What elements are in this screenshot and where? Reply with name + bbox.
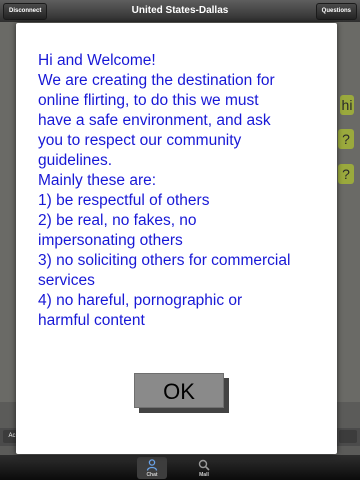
welcome-line: 1) be respectful of others [38, 192, 210, 209]
welcome-line: guidelines. [38, 152, 113, 169]
welcome-line: 3) no soliciting others for commercial [38, 252, 291, 269]
welcome-message: Hi and Welcome! We are creating the dest… [38, 51, 328, 331]
welcome-line: harmful content [38, 312, 145, 329]
welcome-line: 4) no hareful, pornographic or [38, 292, 243, 309]
welcome-line: have a safe environment, and ask [38, 112, 271, 129]
tab-mall[interactable]: Mall [189, 457, 219, 479]
person-icon [146, 459, 158, 471]
send-button[interactable] [339, 430, 357, 443]
chat-bubble: ? [338, 164, 354, 184]
page-title: United States-Dallas [131, 5, 229, 16]
chat-bubble: hi [340, 95, 354, 115]
questions-button[interactable]: Questions [315, 3, 357, 20]
tab-label: Chat [146, 472, 158, 478]
welcome-line: We are creating the destination for [38, 72, 275, 89]
disconnect-button[interactable]: Disconnect [3, 3, 48, 20]
welcome-line: impersonating others [38, 232, 183, 249]
welcome-line: Hi and Welcome! [38, 52, 156, 69]
chat-bubble: ? [338, 129, 354, 149]
tab-chat[interactable]: Chat [137, 457, 167, 479]
welcome-line: you to respect our community [38, 132, 242, 149]
welcome-line: online flirting, to do this we must [38, 92, 259, 109]
welcome-line: services [38, 272, 95, 289]
search-icon [198, 459, 210, 471]
ok-button[interactable]: OK [134, 373, 224, 408]
welcome-line: 2) be real, no fakes, no [38, 212, 197, 229]
tab-label: Mall [199, 472, 209, 478]
welcome-line: Mainly these are: [38, 172, 157, 189]
welcome-dialog: Hi and Welcome! We are creating the dest… [16, 23, 337, 454]
tab-bar: Chat Mall [0, 455, 360, 480]
nav-bar: Disconnect United States-Dallas Question… [0, 0, 360, 23]
